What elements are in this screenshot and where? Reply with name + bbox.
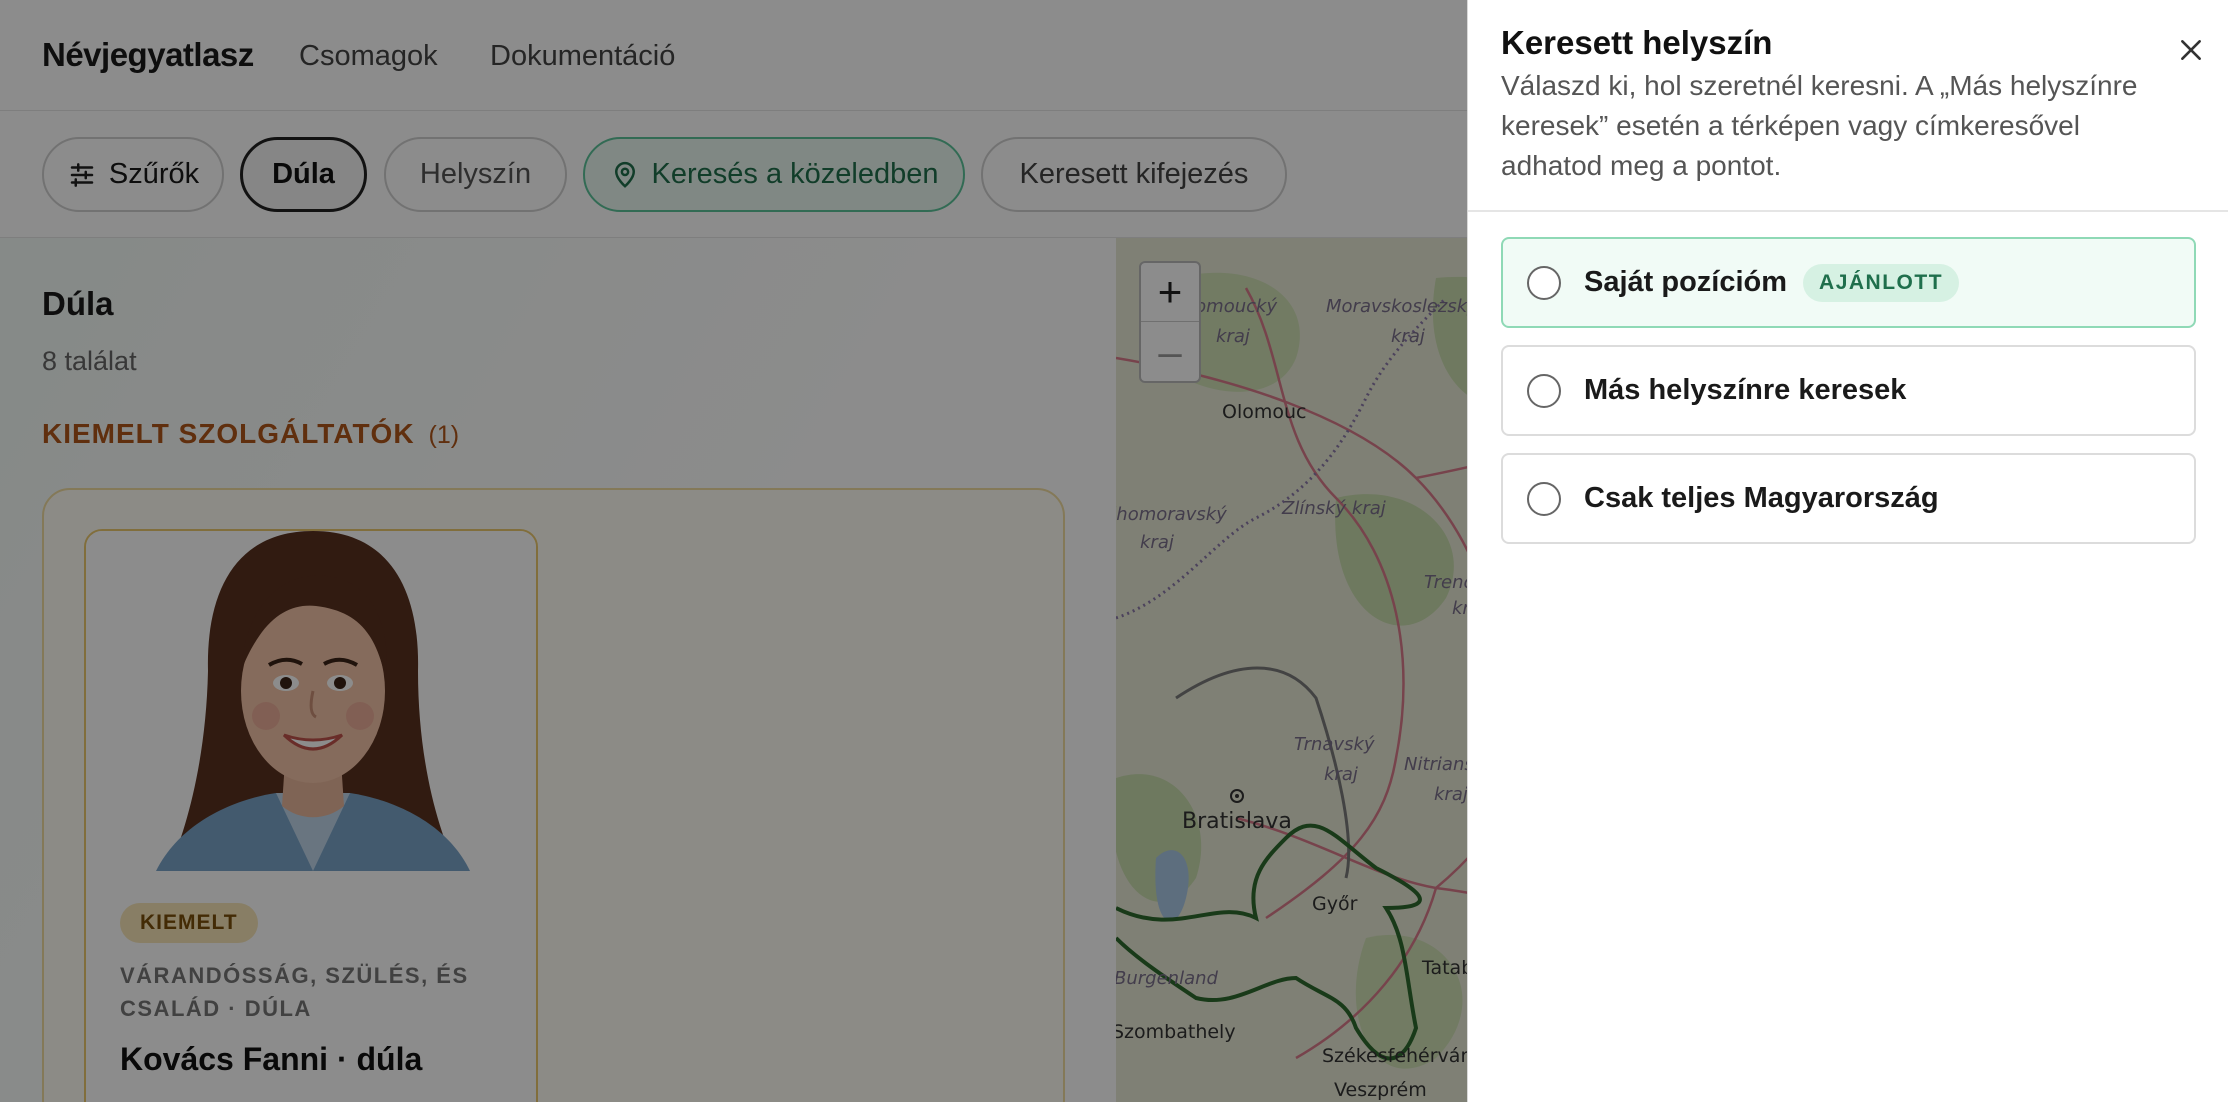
radio-own-position[interactable] [1527, 265, 1561, 300]
drawer-description: Válaszd ki, hol szeretnél keresni. A „Má… [1501, 70, 2138, 181]
option-all-hungary-label: Csak teljes Magyarország [1584, 482, 1939, 514]
drawer-divider [1468, 210, 2228, 212]
drawer-title: Keresett helyszín [1501, 24, 1773, 61]
close-icon [2181, 40, 2201, 60]
option-other-location[interactable]: Más helyszínre keresek [1501, 345, 2196, 436]
radio-all-hungary[interactable] [1527, 481, 1561, 516]
modal-scrim[interactable] [0, 0, 1468, 1102]
option-all-hungary[interactable]: Csak teljes Magyarország [1501, 453, 2196, 544]
option-own-position[interactable]: Saját pozícióm AJÁNLOTT [1501, 237, 2196, 328]
close-button[interactable] [2171, 30, 2211, 70]
radio-other-location[interactable] [1527, 373, 1561, 408]
option-own-position-label: Saját pozícióm [1584, 266, 1788, 298]
location-drawer: Keresett helyszín Válaszd ki, hol szeret… [1467, 0, 2228, 1102]
recommended-tag: AJÁNLOTT [1803, 263, 1960, 302]
option-other-location-label: Más helyszínre keresek [1584, 374, 1907, 406]
